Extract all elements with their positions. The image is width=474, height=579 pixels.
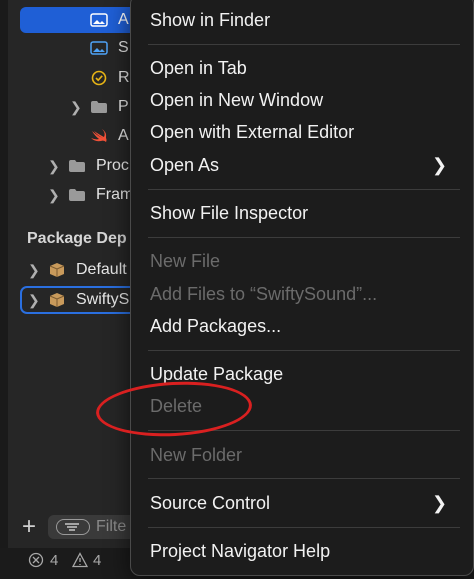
menu-item-add-packages[interactable]: Add Packages... xyxy=(150,315,281,337)
menu-item-open-as[interactable]: Open As xyxy=(150,154,219,176)
menu-item-open-with-external-editor[interactable]: Open with External Editor xyxy=(150,121,354,143)
warning-count: 4 xyxy=(93,552,102,569)
image-asset-icon xyxy=(90,41,108,55)
menu-item-project-navigator-help[interactable]: Project Navigator Help xyxy=(150,540,330,562)
chevron-right-icon[interactable]: ❯ xyxy=(28,287,40,313)
menu-separator xyxy=(148,527,460,528)
menu-item-show-in-finder[interactable]: Show in Finder xyxy=(150,9,270,31)
filter-icon[interactable] xyxy=(56,519,90,535)
menu-item-new-folder[interactable]: New Folder xyxy=(150,444,242,466)
menu-item-add-files[interactable]: Add Files to “SwiftySound”... xyxy=(150,283,377,305)
navigator-row-label: R xyxy=(118,69,130,86)
menu-separator xyxy=(148,237,460,238)
chevron-right-icon: ❯ xyxy=(432,493,448,513)
menu-item-show-file-inspector[interactable]: Show File Inspector xyxy=(150,202,308,224)
menu-separator xyxy=(148,478,460,479)
image-asset-icon xyxy=(90,13,108,27)
menu-separator xyxy=(148,44,460,45)
swift-icon xyxy=(91,129,107,142)
navigator-row-label: Fram xyxy=(96,186,134,203)
navigator-row-label: P xyxy=(118,98,129,115)
chevron-right-icon[interactable]: ❯ xyxy=(48,182,60,208)
navigator-row-label: A xyxy=(118,11,129,28)
chevron-right-icon[interactable]: ❯ xyxy=(28,257,40,283)
folder-icon xyxy=(69,189,85,201)
add-button[interactable]: + xyxy=(22,513,36,541)
package-row-label: Default xyxy=(76,261,127,278)
menu-item-source-control[interactable]: Source Control xyxy=(150,492,270,514)
menu-separator xyxy=(148,350,460,351)
filter-placeholder: Filte xyxy=(96,518,127,535)
package-dependencies-header: Package Dep xyxy=(27,230,127,247)
navigator-row-label: A xyxy=(118,127,129,144)
folder-icon xyxy=(69,160,85,172)
package-icon xyxy=(49,263,65,277)
menu-item-new-file[interactable]: New File xyxy=(150,250,220,272)
chevron-right-icon[interactable]: ❯ xyxy=(48,153,60,179)
package-row-label: SwiftyS xyxy=(76,291,130,308)
navigator-row-label: S xyxy=(118,39,129,56)
menu-item-open-in-tab[interactable]: Open in Tab xyxy=(150,57,247,79)
navigator-row-label: Proc xyxy=(96,157,129,174)
menu-item-open-in-new-window[interactable]: Open in New Window xyxy=(150,89,323,111)
error-count: 4 xyxy=(50,552,59,569)
warning-icon xyxy=(72,552,88,568)
chevron-right-icon: ❯ xyxy=(432,155,448,175)
menu-separator xyxy=(148,189,460,190)
chevron-right-icon[interactable]: ❯ xyxy=(70,94,82,120)
folder-icon xyxy=(91,101,107,113)
error-icon xyxy=(28,552,44,568)
package-icon xyxy=(49,293,65,307)
badge-icon xyxy=(91,70,107,86)
editor-gutter xyxy=(0,0,8,579)
